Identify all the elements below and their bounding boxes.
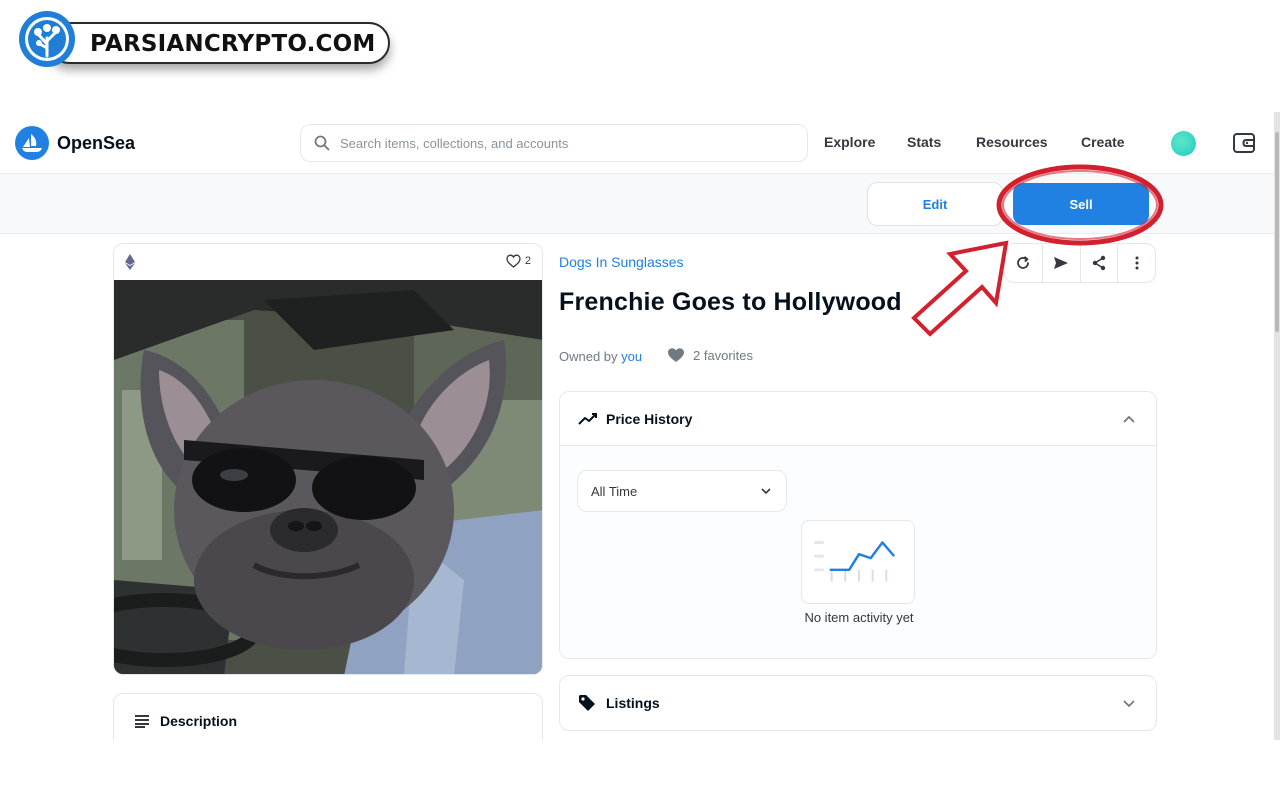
watermark: PARSIANCRYPTO.COM <box>18 10 390 72</box>
description-title: Description <box>160 713 238 729</box>
chevron-down-icon <box>761 488 771 495</box>
search-icon <box>314 135 330 151</box>
time-filter-select[interactable]: All Time <box>577 470 787 512</box>
image-card-header: 2 <box>114 244 542 280</box>
heart-icon <box>668 348 684 362</box>
watermark-text: PARSIANCRYPTO.COM <box>90 31 376 57</box>
favorite-count: 2 <box>524 255 531 267</box>
opensea-screenshot: OpenSea Explore Stats Resources Create <box>0 112 1280 740</box>
nft-image[interactable] <box>114 280 543 675</box>
price-history-body: All Time No item activity yet <box>560 446 1156 658</box>
refresh-button[interactable] <box>1005 244 1043 282</box>
owned-by-label: Owned by <box>559 349 618 364</box>
page: PARSIANCRYPTO.COM OpenSea Search items, … <box>0 0 1280 800</box>
favorite-toggle[interactable]: 2 <box>506 254 531 268</box>
time-filter-value: All Time <box>591 483 638 499</box>
trend-icon <box>578 413 597 425</box>
opensea-logo-icon <box>15 126 49 160</box>
owner-action-bar: Edit Sell <box>0 174 1274 234</box>
wallet-icon[interactable] <box>1232 131 1256 155</box>
sell-button[interactable]: Sell <box>1013 183 1149 225</box>
search-bar[interactable] <box>300 124 808 162</box>
top-navbar: OpenSea Explore Stats Resources Create <box>0 112 1274 174</box>
tag-icon <box>579 695 595 711</box>
nav-resources[interactable]: Resources <box>976 134 1048 150</box>
nav-explore[interactable]: Explore <box>824 134 875 150</box>
listings-panel[interactable]: Listings <box>559 675 1157 731</box>
chevron-down-icon <box>1123 700 1135 708</box>
transfer-button[interactable] <box>1043 244 1081 282</box>
scrollbar-thumb[interactable] <box>1275 132 1279 332</box>
empty-chart-illustration <box>801 520 915 604</box>
brand-name: OpenSea <box>57 132 136 153</box>
listings-title: Listings <box>606 695 660 711</box>
item-actions-bar <box>1004 243 1156 283</box>
nav-stats[interactable]: Stats <box>907 134 941 150</box>
empty-activity-message: No item activity yet <box>804 610 914 625</box>
favorites-label: 2 favorites <box>693 347 753 363</box>
owner-info: Owned by you <box>559 349 642 364</box>
collection-link[interactable]: Dogs In Sunglasses <box>559 254 684 270</box>
more-icon <box>1135 256 1139 270</box>
share-icon <box>1092 255 1106 271</box>
page-scrollbar[interactable] <box>1274 112 1280 740</box>
nft-image-card: 2 <box>113 243 543 675</box>
description-card[interactable]: Description <box>113 693 543 740</box>
price-history-title: Price History <box>606 411 693 427</box>
heart-icon <box>506 254 521 268</box>
owner-link[interactable]: you <box>621 349 642 364</box>
search-input[interactable] <box>340 135 780 151</box>
favorites-info: 2 favorites <box>667 347 753 363</box>
price-history-panel: Price History All Time No item activity … <box>559 391 1157 659</box>
description-icon <box>135 715 149 728</box>
watermark-pill: PARSIANCRYPTO.COM <box>48 22 390 64</box>
item-title: Frenchie Goes to Hollywood <box>559 288 902 316</box>
refresh-icon <box>1017 256 1030 269</box>
share-button[interactable] <box>1081 244 1119 282</box>
more-button[interactable] <box>1118 244 1155 282</box>
avatar[interactable] <box>1171 131 1196 156</box>
send-icon <box>1054 257 1069 269</box>
price-history-header[interactable]: Price History <box>560 392 1156 446</box>
edit-button[interactable]: Edit <box>867 182 1003 226</box>
watermark-logo-icon <box>19 11 75 67</box>
ethereum-icon <box>125 254 135 270</box>
opensea-brand[interactable]: OpenSea <box>15 126 135 160</box>
nav-create[interactable]: Create <box>1081 134 1125 150</box>
chevron-up-icon <box>1123 415 1135 423</box>
